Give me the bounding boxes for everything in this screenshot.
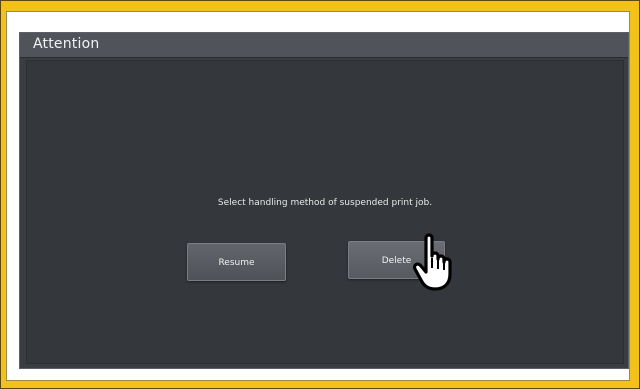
hand-pointer-icon (412, 233, 452, 291)
dialog-message: Select handling method of suspended prin… (217, 198, 433, 208)
dialog-title-bar: Attention (20, 33, 628, 58)
dialog-content: Select handling method of suspended prin… (26, 60, 624, 364)
resume-button[interactable]: Resume (187, 243, 286, 281)
attention-dialog: Attention Select handling method of susp… (19, 32, 629, 369)
dialog-title: Attention (33, 36, 100, 52)
